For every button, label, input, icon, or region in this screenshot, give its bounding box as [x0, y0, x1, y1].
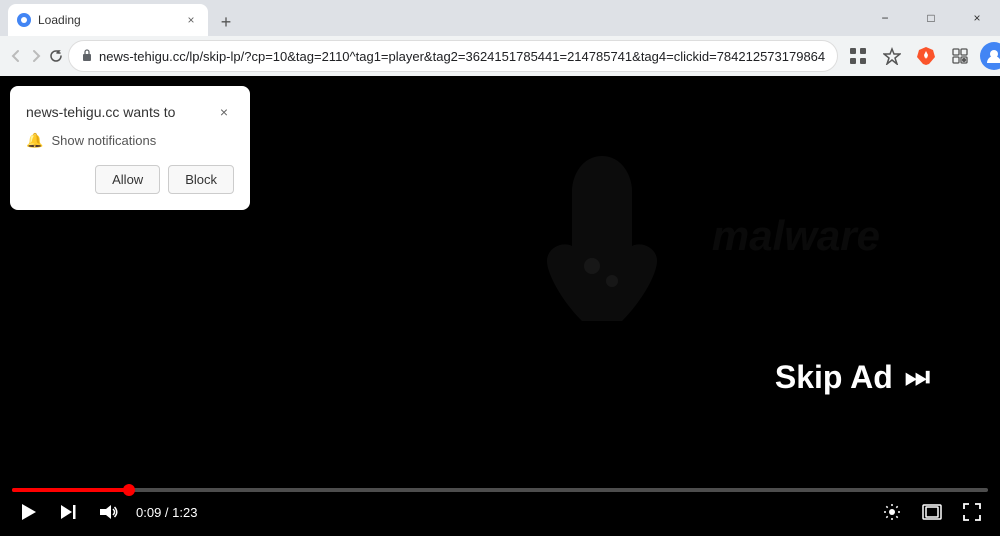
apps-button[interactable]: [842, 40, 874, 72]
browser-toolbar: news-tehigu.cc/lp/skip-lp/?cp=10&tag=211…: [0, 36, 1000, 76]
profile-avatar: [980, 42, 1000, 70]
time-display: 0:09 / 1:23: [136, 505, 197, 520]
maximize-button[interactable]: □: [908, 0, 954, 36]
volume-button[interactable]: [92, 496, 124, 528]
popup-header: news-tehigu.cc wants to ×: [26, 102, 234, 122]
right-controls: [876, 496, 988, 528]
settings-button[interactable]: [876, 496, 908, 528]
active-tab[interactable]: Loading ×: [8, 4, 208, 36]
popup-buttons: Allow Block: [26, 165, 234, 194]
fullscreen-button[interactable]: [956, 496, 988, 528]
progress-fill: [12, 488, 129, 492]
notification-permission-popup: news-tehigu.cc wants to × 🔔 Show notific…: [10, 86, 250, 210]
progress-bar[interactable]: [12, 488, 988, 492]
tab-strip: Loading × +: [0, 0, 1000, 36]
address-bar[interactable]: news-tehigu.cc/lp/skip-lp/?cp=10&tag=211…: [68, 40, 838, 72]
window-controls: − □ ×: [862, 0, 1000, 36]
bookmark-button[interactable]: [876, 40, 908, 72]
watermark: malware: [502, 136, 880, 336]
tab-title: Loading: [38, 13, 176, 27]
lock-icon: [81, 48, 93, 65]
popup-permission-row: 🔔 Show notifications: [26, 132, 234, 149]
brave-button[interactable]: [910, 40, 942, 72]
tab-close-button[interactable]: ×: [182, 11, 200, 29]
next-button[interactable]: [52, 496, 84, 528]
title-bar: Loading × + − □ ×: [0, 0, 1000, 36]
play-button[interactable]: [12, 496, 44, 528]
hand-watermark-icon: [502, 136, 702, 336]
video-controls: 0:09 / 1:23: [0, 480, 1000, 536]
theater-mode-button[interactable]: [916, 496, 948, 528]
progress-dot: [123, 484, 135, 496]
skip-ad-label: Skip Ad: [775, 359, 893, 396]
toolbar-right: [842, 40, 1000, 72]
skip-ad-button[interactable]: Skip Ad ⏭: [745, 339, 960, 416]
popup-permission-label: Show notifications: [51, 133, 156, 148]
new-tab-button[interactable]: +: [212, 8, 240, 36]
popup-title-text: news-tehigu.cc wants to: [26, 104, 175, 120]
watermark-text: malware: [712, 212, 880, 260]
skip-ad-icon: ⏭: [905, 361, 930, 394]
bell-icon: 🔔: [26, 132, 43, 149]
page-content: malware Skip Ad ⏭ news-tehigu.cc wants t…: [0, 76, 1000, 536]
allow-button[interactable]: Allow: [95, 165, 160, 194]
minimize-button[interactable]: −: [862, 0, 908, 36]
url-text: news-tehigu.cc/lp/skip-lp/?cp=10&tag=211…: [99, 49, 825, 64]
reload-button[interactable]: [48, 40, 64, 72]
close-button[interactable]: ×: [954, 0, 1000, 36]
popup-close-button[interactable]: ×: [214, 102, 234, 122]
forward-button[interactable]: [28, 40, 44, 72]
controls-row: 0:09 / 1:23: [12, 496, 988, 528]
block-button[interactable]: Block: [168, 165, 234, 194]
tab-favicon: [16, 12, 32, 28]
chrome-window: Loading × + − □ ×: [0, 0, 1000, 536]
profile-button[interactable]: [978, 40, 1000, 72]
extensions-button[interactable]: [944, 40, 976, 72]
back-button[interactable]: [8, 40, 24, 72]
